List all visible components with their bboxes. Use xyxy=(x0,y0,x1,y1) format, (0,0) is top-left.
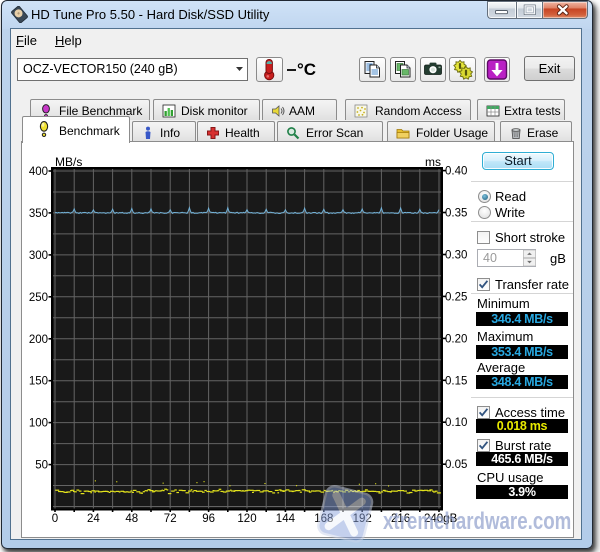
svg-text:ms: ms xyxy=(425,155,441,169)
svg-text:200: 200 xyxy=(29,334,48,346)
svg-text:250: 250 xyxy=(29,292,48,304)
svg-text:MB/s: MB/s xyxy=(55,155,82,169)
svg-text:144: 144 xyxy=(276,513,296,525)
svg-text:0.35: 0.35 xyxy=(445,208,467,220)
svg-text:300: 300 xyxy=(29,250,48,262)
svg-text:0.30: 0.30 xyxy=(445,250,467,262)
svg-text:400: 400 xyxy=(29,166,48,178)
svg-text:150: 150 xyxy=(29,376,48,388)
svg-text:100: 100 xyxy=(29,418,48,430)
svg-text:350: 350 xyxy=(29,208,48,220)
svg-text:48: 48 xyxy=(125,513,138,525)
svg-text:120: 120 xyxy=(237,513,256,525)
svg-text:0: 0 xyxy=(52,513,58,525)
svg-text:0.05: 0.05 xyxy=(445,459,467,471)
svg-text:0.15: 0.15 xyxy=(445,375,467,387)
svg-text:50: 50 xyxy=(35,460,48,472)
svg-text:0.10: 0.10 xyxy=(445,417,467,429)
svg-text:24: 24 xyxy=(87,513,100,525)
svg-text:0.40: 0.40 xyxy=(445,166,467,178)
svg-text:72: 72 xyxy=(164,513,177,525)
svg-text:0.25: 0.25 xyxy=(445,291,467,303)
svg-text:96: 96 xyxy=(202,513,215,525)
svg-text:0.20: 0.20 xyxy=(445,333,467,345)
